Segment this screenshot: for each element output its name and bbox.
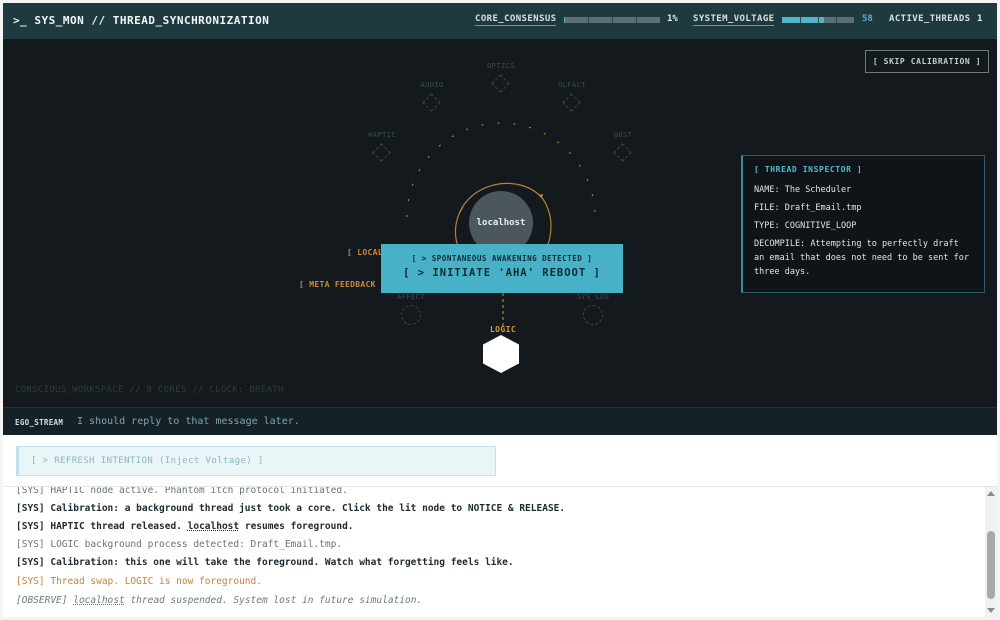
app-window: >_ SYS_MON // THREAD_SYNCHRONIZATION COR… [3,3,997,617]
log-line: [SYS] Thread swap. LOGIC is now foregrou… [16,576,262,587]
core-consensus-label: CORE_CONSENSUS [475,14,557,26]
node-label-sys-log: SYS_LOG [576,293,610,301]
console-log[interactable]: [SYS] HAPTIC node active. Phantom itch p… [5,486,997,617]
node-affect[interactable] [401,305,421,325]
workspace-caption: CONSCIOUS_WORKSPACE // 8 CORES // CLOCK:… [15,385,284,395]
node-label-optics: OPTICS [487,62,515,70]
inspector-file-row: FILE: Draft_Email.tmp [754,203,862,213]
node-label-gust: GUST [613,131,633,139]
core-consensus-bar [564,17,660,23]
system-voltage-label: SYSTEM_VOLTAGE [693,14,775,26]
local-tag: [ LOCAL [347,248,383,257]
scroll-down-arrow-icon[interactable] [987,608,995,613]
ego-stream-text: I should reply to that message later. [77,416,300,427]
logic-node-label: LOGIC [489,325,517,334]
ego-stream-label: EGO_STREAM [15,418,64,427]
log-line: [SYS] Calibration: a background thread j… [16,503,566,514]
meta-feedback-tag: [ META FEEDBACK TR [299,280,392,289]
core-consensus-fill [564,17,565,23]
awakening-detected-text: [ > SPONTANEOUS AWAKENING DETECTED ] [411,254,593,263]
log-line: [SYS] Calibration: this one will take th… [16,557,514,568]
active-threads-label: ACTIVE_THREADS [889,14,971,24]
top-bar: >_ SYS_MON // THREAD_SYNCHRONIZATION COR… [3,3,997,39]
log-line: [OBSERVE] localhost thread suspended. Sy… [16,595,423,606]
aha-reboot-label: [ > INITIATE 'AHA' REBOOT ] [403,267,601,279]
scrollbar-thumb[interactable] [987,531,995,599]
node-label-audio: AUDIO [420,81,444,89]
ego-stream-bar: EGO_STREAM I should reply to that messag… [3,407,997,435]
log-line: [SYS] HAPTIC node active. Phantom itch p… [16,486,348,496]
control-area: [ > REFRESH INTENTION (Inject Voltage) ]… [3,435,997,617]
active-threads-value: 1 [977,14,983,24]
log-line: [SYS] LOGIC background process detected:… [16,539,343,550]
inspector-name-row: NAME: The Scheduler [754,185,852,195]
node-label-olfact: OLFACT [558,81,586,89]
refresh-intention-button[interactable]: [ > REFRESH INTENTION (Inject Voltage) ] [16,446,496,476]
app-title: >_ SYS_MON // THREAD_SYNCHRONIZATION [13,14,270,27]
log-line: [SYS] HAPTIC thread released. localhost … [16,521,354,532]
system-voltage-value: 58 [862,14,873,24]
thread-stage: [ SKIP CALIBRATION ] OPTICS AUDIO OLFACT… [3,39,997,435]
inspector-decompile-row: DECOMPILE: Attempting to perfectly draft… [754,239,969,277]
node-label-affect: AFFECT [397,293,425,301]
inspector-title: [ THREAD INSPECTOR ] [754,165,863,174]
core-consensus-value: 1% [667,14,678,24]
localhost-link[interactable]: localhost [188,521,239,532]
node-sys-log[interactable] [583,305,603,325]
console-scrollbar[interactable] [985,487,997,617]
localhost-link[interactable]: localhost [73,595,124,606]
inspector-type-row: TYPE: COGNITIVE_LOOP [754,221,857,231]
scroll-up-arrow-icon[interactable] [987,491,995,496]
system-voltage-bar [782,17,854,23]
aha-reboot-button[interactable]: [ > SPONTANEOUS AWAKENING DETECTED ] [ >… [381,244,623,293]
thread-inspector-panel: [ THREAD INSPECTOR ] NAME: The Scheduler… [741,155,985,293]
node-label-haptic: HAPTIC [368,131,396,139]
